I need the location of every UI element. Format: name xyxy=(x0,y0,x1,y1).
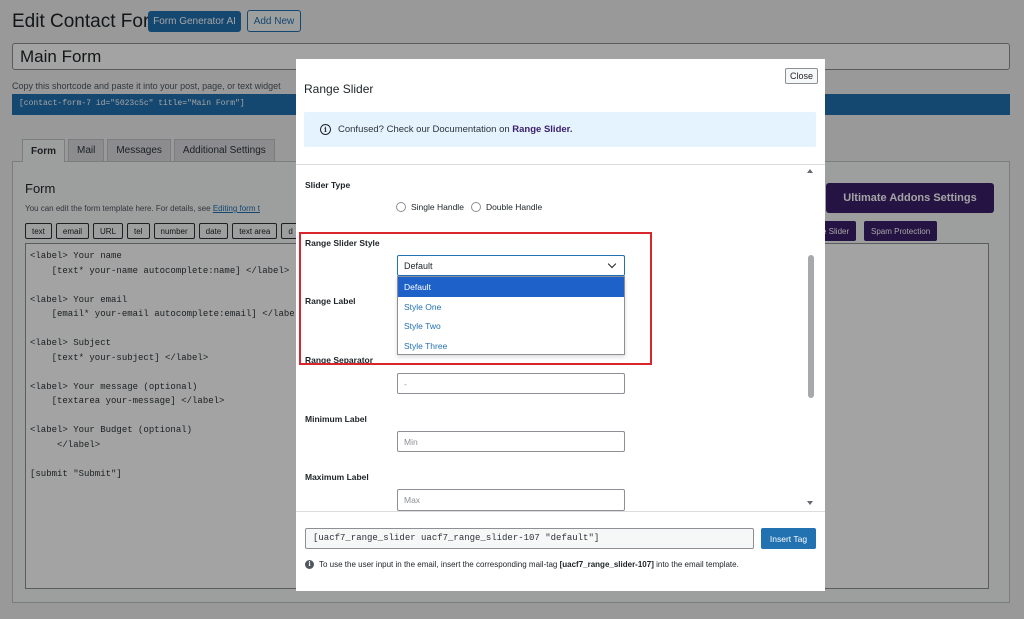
mail-tag-note-text: To use the user input in the email, inse… xyxy=(319,560,739,569)
mail-tag-note: i To use the user input in the email, in… xyxy=(305,560,739,569)
mail-tag-value: [uacf7_range_slider-107] xyxy=(559,560,654,569)
single-handle-label[interactable]: Single Handle xyxy=(411,202,464,212)
documentation-link[interactable]: Range Slider. xyxy=(512,124,572,135)
mail-tag-note-suffix: into the email template. xyxy=(656,560,739,569)
highlight-box xyxy=(299,232,652,365)
insert-tag-button[interactable]: Insert Tag xyxy=(761,528,816,549)
double-handle-label[interactable]: Double Handle xyxy=(486,202,542,212)
slider-type-label: Slider Type xyxy=(305,180,351,190)
range-slider-modal: Range Slider Close i Confused? Check our… xyxy=(296,59,825,591)
minimum-label-input[interactable]: Min xyxy=(397,431,625,452)
info-text-prefix: Confused? Check our Documentation on xyxy=(338,124,510,135)
single-handle-radio[interactable] xyxy=(396,202,406,212)
footer-divider xyxy=(296,511,825,512)
minimum-label-label: Minimum Label xyxy=(305,414,367,424)
close-button[interactable]: Close xyxy=(785,68,818,84)
scroll-down-arrow-icon[interactable] xyxy=(807,501,813,505)
scroll-up-arrow-icon[interactable] xyxy=(807,169,813,173)
mail-tag-note-prefix: To use the user input in the email, inse… xyxy=(319,560,558,569)
maximum-label-label: Maximum Label xyxy=(305,472,369,482)
slider-type-radio-group: Single Handle Double Handle xyxy=(396,202,542,212)
scrollbar-thumb[interactable] xyxy=(808,255,814,398)
documentation-info-box: i Confused? Check our Documentation on R… xyxy=(304,112,816,147)
info-text: Confused? Check our Documentation on Ran… xyxy=(338,124,572,135)
info-icon: i xyxy=(320,124,331,135)
generated-tag-field[interactable]: [uacf7_range_slider uacf7_range_slider-1… xyxy=(305,528,754,549)
info-icon: i xyxy=(305,560,314,569)
range-separator-input[interactable]: - xyxy=(397,373,625,394)
modal-title: Range Slider xyxy=(304,82,374,96)
maximum-label-input[interactable]: Max xyxy=(397,489,625,511)
double-handle-radio[interactable] xyxy=(470,202,481,212)
